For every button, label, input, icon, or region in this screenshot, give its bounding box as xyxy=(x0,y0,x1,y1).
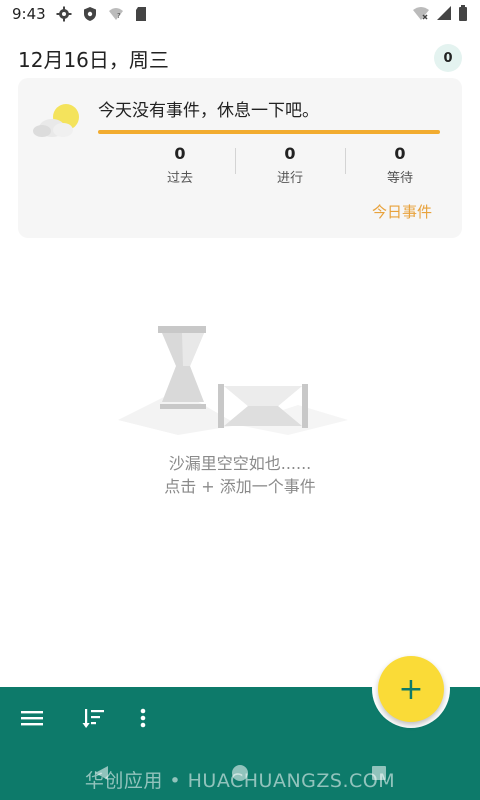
shield-icon xyxy=(83,7,96,21)
sd-card-icon xyxy=(135,7,146,21)
settings-icon xyxy=(56,6,72,22)
stat-past: 0 过去 xyxy=(125,144,235,190)
add-icon: + xyxy=(398,671,424,707)
more-vert-icon[interactable] xyxy=(131,706,155,730)
empty-state-text: 沙漏里空空如也...... 点击 + 添加一个事件 xyxy=(0,452,480,498)
weather-sun-cloud-icon xyxy=(33,104,79,137)
stat-ongoing-value: 0 xyxy=(284,144,296,163)
status-right-icons xyxy=(412,5,468,21)
card-message: 今天没有事件，休息一下吧。 xyxy=(98,101,319,121)
today-events-link[interactable]: 今日事件 xyxy=(372,201,432,222)
wifi-off-icon xyxy=(413,7,429,20)
stat-waiting-value: 0 xyxy=(394,144,406,163)
status-bar: 9:43 ? xyxy=(0,0,480,28)
add-event-button[interactable]: + xyxy=(378,656,444,722)
battery-icon xyxy=(459,5,467,21)
event-stats: 0 过去 0 进行 0 等待 xyxy=(125,144,455,190)
wifi-question-icon: ? xyxy=(108,8,123,20)
day-progress-bar xyxy=(98,130,440,134)
stat-waiting: 0 等待 xyxy=(345,144,455,190)
hourglass-illustration xyxy=(118,326,348,435)
svg-text:?: ? xyxy=(117,12,121,20)
stat-past-label: 过去 xyxy=(166,171,193,186)
empty-state-line2: 点击 + 添加一个事件 xyxy=(164,477,316,496)
signal-icon xyxy=(437,6,451,20)
stat-waiting-label: 等待 xyxy=(386,171,413,186)
sort-icon[interactable] xyxy=(82,706,106,730)
today-summary-card: 今天没有事件，休息一下吧。 0 过去 0 进行 0 等待 今日事件 xyxy=(18,78,462,238)
menu-icon[interactable] xyxy=(20,706,44,730)
stat-ongoing: 0 进行 xyxy=(235,144,345,190)
event-count-badge[interactable]: 0 xyxy=(434,44,462,72)
watermark: 华创应用 • HUACHUANGZS.COM xyxy=(84,770,396,792)
stat-ongoing-label: 进行 xyxy=(276,171,303,186)
status-time: 9:43 xyxy=(12,5,46,23)
date-title: 12月16日，周三 xyxy=(18,48,169,72)
stat-past-value: 0 xyxy=(174,144,186,163)
empty-state-line1: 沙漏里空空如也...... xyxy=(168,454,312,473)
